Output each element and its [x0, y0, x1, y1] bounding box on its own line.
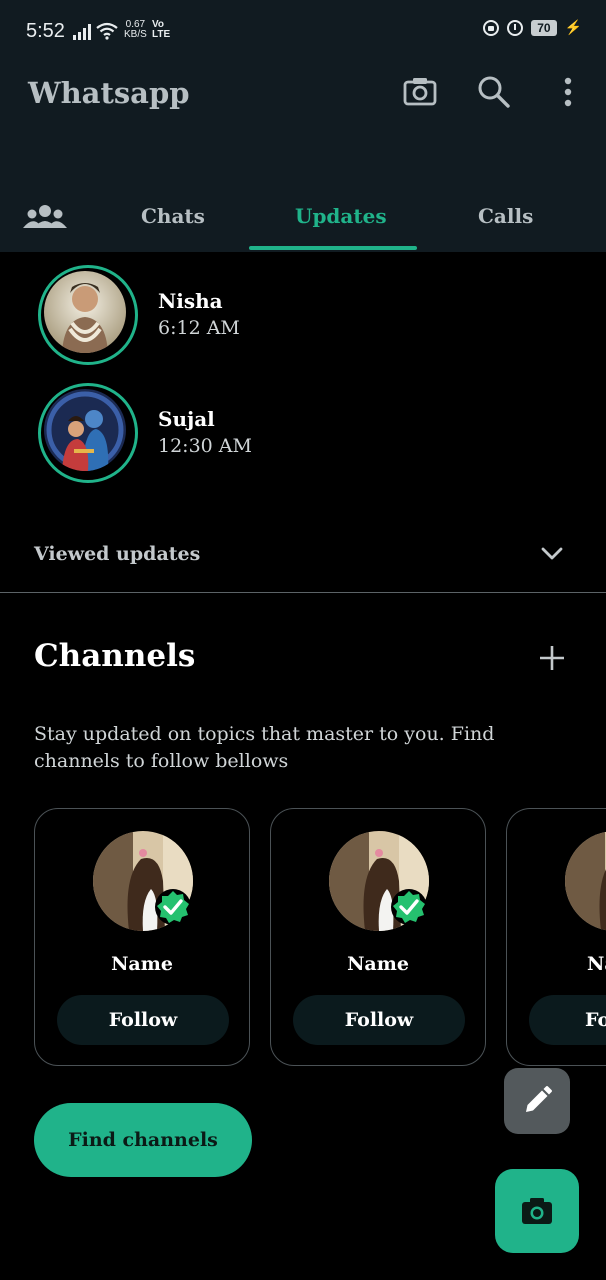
- avatar: [44, 389, 126, 471]
- status-bar: 5:52 0.67 KB/S Vo LTE 70 ⚡: [0, 0, 606, 62]
- network-speed: 0.67 KB/S: [124, 20, 147, 40]
- pencil-fab[interactable]: [504, 1068, 570, 1134]
- tab-chats[interactable]: Chats: [141, 204, 205, 228]
- divider: [0, 592, 606, 593]
- channel-avatar: [565, 831, 606, 931]
- more-vert-icon[interactable]: [548, 72, 588, 112]
- wifi-icon: [96, 22, 118, 40]
- verified-badge-icon: [391, 889, 427, 925]
- channel-card[interactable]: Name Follow: [506, 808, 606, 1066]
- channel-name: Name: [111, 953, 173, 975]
- signal-icon: [73, 24, 91, 40]
- status-item-sujal[interactable]: Sujal 12:30 AM: [38, 383, 438, 483]
- verified-badge-icon: [155, 889, 191, 925]
- network-speed-unit: KB/S: [124, 29, 147, 40]
- follow-button[interactable]: Follow: [293, 995, 465, 1045]
- status-right-icons: 70 ⚡: [483, 20, 582, 36]
- viewed-updates-toggle[interactable]: Viewed updates: [34, 543, 200, 565]
- search-icon[interactable]: [474, 72, 514, 112]
- camera-fab[interactable]: [495, 1169, 579, 1253]
- channel-card[interactable]: Name Follow: [270, 808, 486, 1066]
- tab-indicator: [249, 246, 417, 250]
- camera-icon: [522, 1198, 552, 1224]
- channel-name: Name: [587, 953, 606, 975]
- channels-description: Stay updated on topics that master to yo…: [34, 723, 495, 772]
- app-bar: Whatsapp Chats Updates Calls: [0, 62, 606, 252]
- channel-card[interactable]: Name Follow: [34, 808, 250, 1066]
- charging-icon: ⚡: [564, 20, 582, 36]
- find-channels-button[interactable]: Find channels: [34, 1103, 252, 1177]
- tab-calls[interactable]: Calls: [478, 204, 533, 228]
- alarm-icon: [507, 20, 524, 36]
- plus-icon[interactable]: [538, 644, 566, 672]
- channel-name: Name: [347, 953, 409, 975]
- pencil-icon: [526, 1086, 552, 1112]
- status-item-nisha[interactable]: Nisha 6:12 AM: [38, 265, 438, 365]
- avatar: [44, 271, 126, 353]
- tab-updates[interactable]: Updates: [295, 204, 387, 228]
- status-name: Sujal: [158, 407, 215, 431]
- battery-level: 70: [531, 20, 557, 36]
- lock-rotation-icon: [483, 20, 500, 36]
- status-time: 5:52: [26, 20, 65, 42]
- follow-button[interactable]: Follow: [529, 995, 606, 1045]
- chevron-down-icon[interactable]: [540, 544, 564, 564]
- camera-icon[interactable]: [400, 72, 440, 112]
- status-time: 12:30 AM: [158, 435, 252, 457]
- volte-bottom: LTE: [152, 29, 171, 40]
- channels-title: Channels: [34, 638, 196, 674]
- app-title: Whatsapp: [28, 76, 190, 110]
- volte-indicator: Vo LTE: [152, 20, 170, 40]
- status-name: Nisha: [158, 289, 223, 313]
- status-time: 6:12 AM: [158, 317, 240, 339]
- follow-button[interactable]: Follow: [57, 995, 229, 1045]
- community-icon[interactable]: [22, 202, 68, 232]
